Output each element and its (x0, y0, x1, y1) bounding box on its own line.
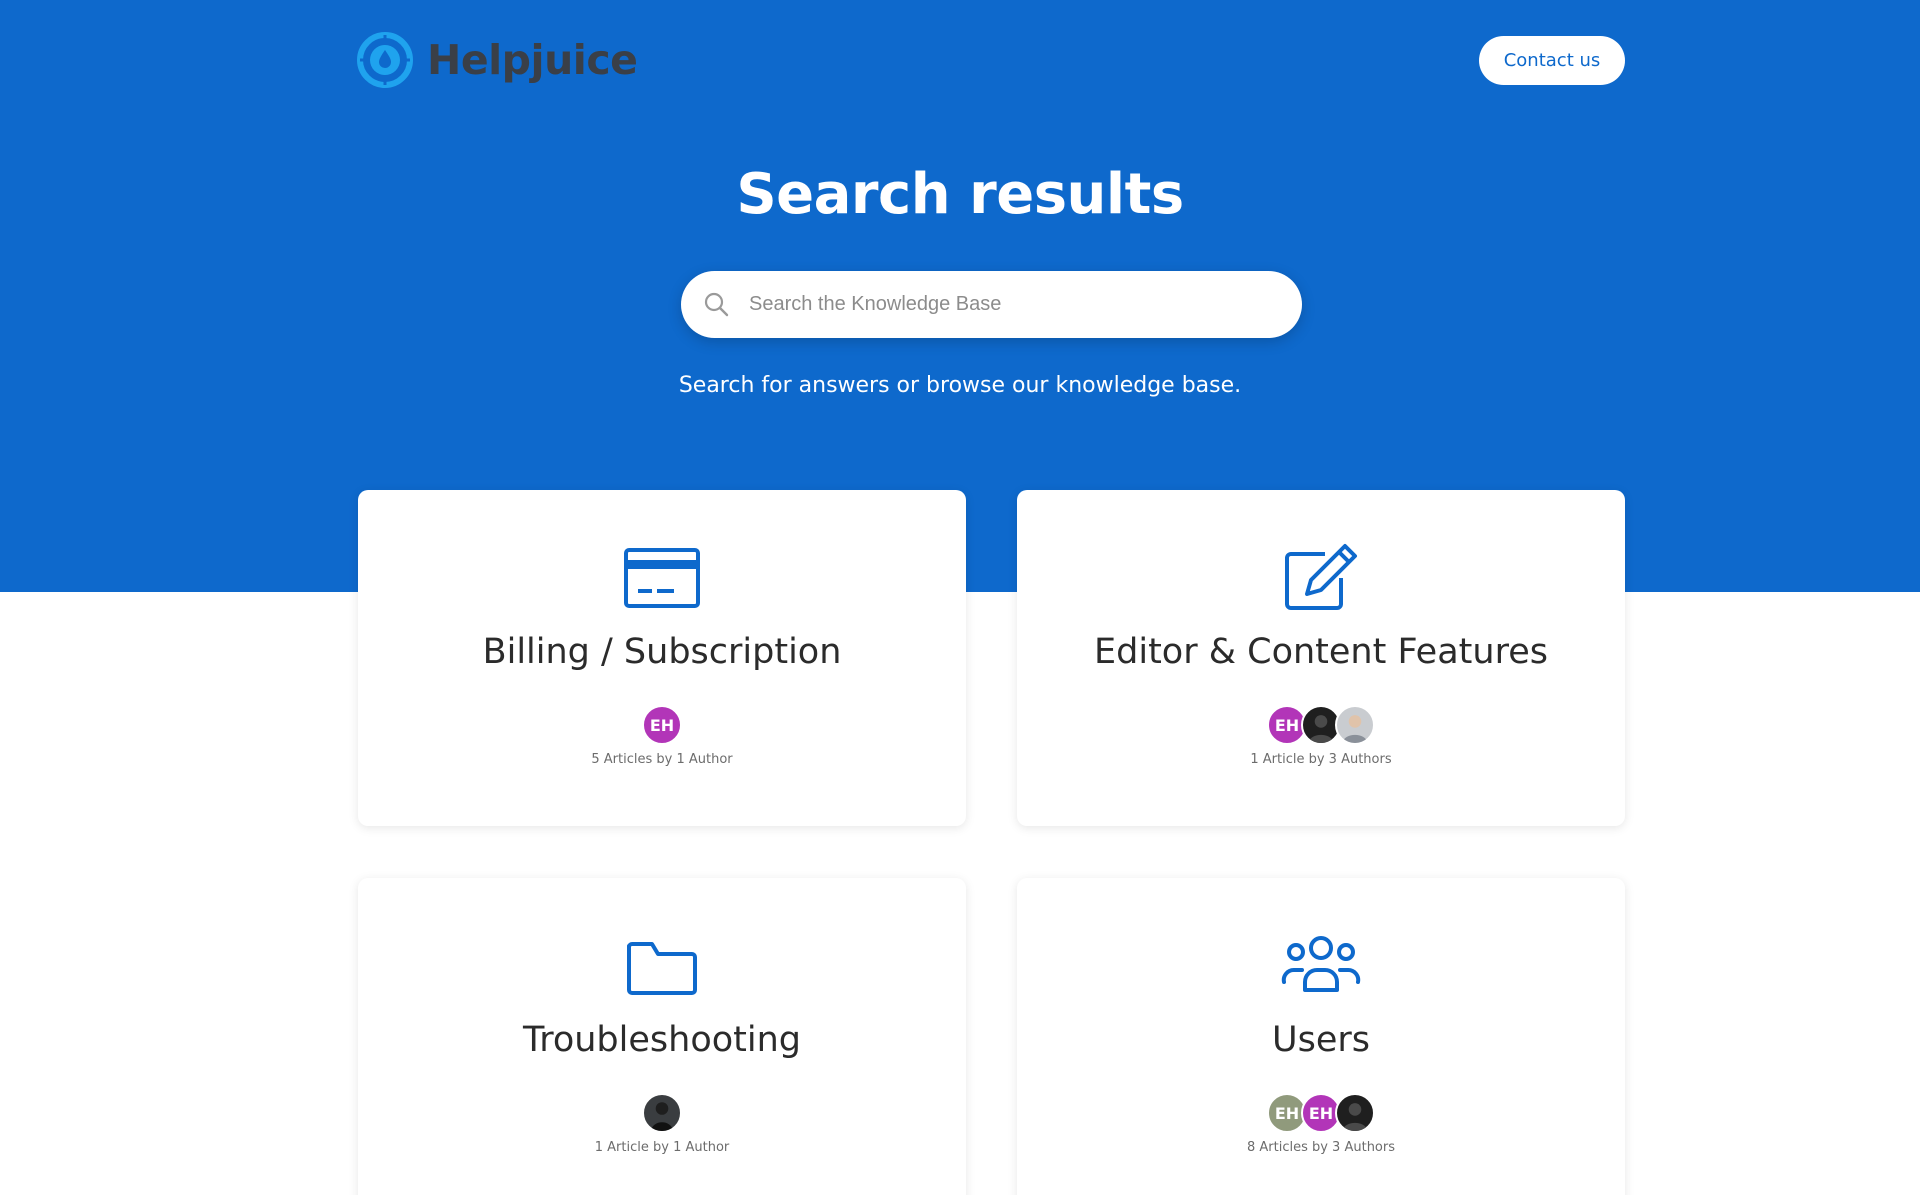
helpjuice-logo-icon (357, 32, 413, 88)
author-avatars (358, 1093, 966, 1133)
author-avatars: EH (358, 705, 966, 745)
brand-logo[interactable]: Helpjuice (357, 32, 638, 88)
folder-icon (627, 942, 697, 995)
users-icon (1281, 936, 1361, 992)
author-avatar-photo (1335, 705, 1375, 745)
category-meta: 8 Articles by 3 Authors (1246, 1140, 1396, 1155)
author-avatars: EH EH (1017, 1093, 1625, 1133)
author-avatar-initials: EH (642, 705, 682, 745)
page-title: Search results (736, 162, 1184, 227)
category-title: Users (1271, 1020, 1370, 1060)
person-silhouette-icon (1342, 715, 1368, 743)
person-silhouette-icon (1308, 715, 1334, 743)
category-title: Editor & Content Features (1094, 632, 1548, 672)
category-card-users[interactable]: Users EH EH 8 Articles by 3 Authors (1017, 878, 1625, 1195)
hero-subtitle: Search for answers or browse our knowled… (678, 373, 1242, 398)
author-avatar-photo (1335, 1093, 1375, 1133)
category-card-billing-subscription[interactable]: Billing / Subscription EH 5 Articles by … (358, 490, 966, 826)
author-avatar-photo (642, 1093, 682, 1133)
brand-name: Helpjuice (427, 36, 638, 84)
search-input[interactable] (749, 271, 1279, 338)
edit-icon (1285, 544, 1357, 610)
category-meta: 5 Articles by 1 Author (591, 752, 733, 767)
person-silhouette-icon (651, 1102, 673, 1131)
credit-card-icon (624, 548, 700, 608)
person-silhouette-icon (1342, 1103, 1368, 1131)
category-card-troubleshooting[interactable]: Troubleshooting 1 Article by 1 Author (358, 878, 966, 1195)
search-icon (704, 292, 729, 317)
category-meta: 1 Article by 1 Author (594, 1140, 730, 1155)
contact-us-button[interactable]: Contact us (1479, 36, 1625, 85)
category-title: Billing / Subscription (482, 632, 842, 672)
search-box[interactable] (681, 271, 1302, 338)
author-avatars: EH (1017, 705, 1625, 745)
category-title: Troubleshooting (522, 1020, 802, 1060)
category-card-editor-content-features[interactable]: Editor & Content Features EH 1 Article b… (1017, 490, 1625, 826)
category-meta: 1 Article by 3 Authors (1250, 752, 1392, 767)
